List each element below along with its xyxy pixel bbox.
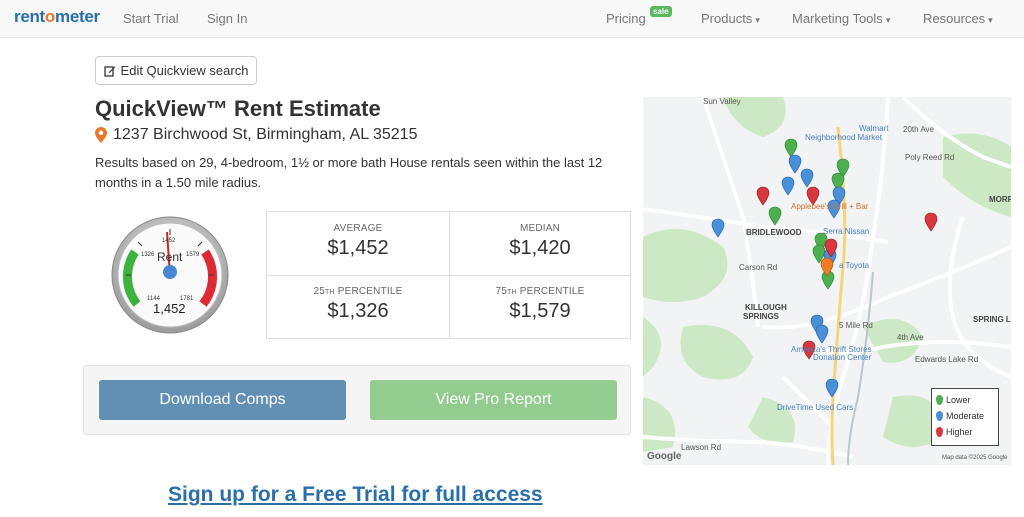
google-logo: Google [647, 451, 682, 462]
stat-average: AVERAGE $1,452 [267, 212, 449, 275]
page-title: QuickView™ Rent Estimate [95, 96, 381, 121]
download-comps-button[interactable]: Download Comps [99, 380, 346, 420]
stat-25th-label: 25TH PERCENTILE [313, 286, 403, 297]
map-label-drivetime: DriveTime Used Cars [777, 403, 854, 412]
map-label-toyota: a Toyota [839, 261, 870, 270]
stat-median: MEDIAN $1,420 [449, 212, 631, 275]
gauge-label: Rent [157, 250, 183, 264]
legend-row-lower: Lower [936, 392, 994, 408]
address-text: 1237 Birchwood St, Birmingham, AL 35215 [113, 126, 418, 143]
signup-free-trial-link[interactable]: Sign up for a Free Trial for full access [168, 483, 543, 507]
legend-row-higher: Higher [936, 424, 994, 440]
map-legend: Lower Moderate Higher [931, 388, 999, 446]
gauge-tick-1326: 1326 [141, 252, 155, 258]
map-label-walmart: Walmart [859, 124, 889, 133]
stat-25th-value: $1,326 [327, 300, 389, 322]
map-label-lawson: Lawson Rd [681, 443, 722, 452]
edit-quickview-search-button[interactable]: Edit Quickview search [95, 56, 257, 85]
location-pin-icon [95, 127, 107, 143]
map-label-5-mile: 5 Mile Rd [839, 321, 873, 330]
stat-25th-percentile: 25TH PERCENTILE $1,326 [267, 275, 449, 338]
stat-average-value: $1,452 [327, 237, 389, 259]
comps-map[interactable]: Walmart Neighborhood Market Applebee's G… [643, 97, 1011, 465]
sale-badge: sale [650, 6, 672, 17]
map-label-morr: MORR [989, 195, 1011, 204]
legend-lower-label: Lower [946, 395, 971, 405]
map-label-sun-valley: Sun Valley [703, 97, 741, 106]
caret-down-icon: ▾ [885, 15, 891, 25]
stats-table: AVERAGE $1,452 MEDIAN $1,420 25TH PERCEN… [266, 211, 631, 339]
map-label-serra-nissan: Serra Nissan [823, 227, 870, 236]
nav-resources-label: Resources [923, 11, 986, 26]
action-panel: Download Comps View Pro Report [83, 365, 631, 435]
edit-quickview-search-label: Edit Quickview search [120, 63, 249, 78]
green-pin-icon [936, 395, 943, 405]
map-label-spring-la: SPRING LA [973, 315, 1011, 324]
nav-pricing[interactable]: Pricing [606, 11, 646, 26]
map-label-4th-ave: 4th Ave [897, 333, 924, 342]
rent-gauge: 1452 1326 1579 1144 1781 Rent 1,452 [111, 216, 229, 334]
caret-down-icon: ▾ [755, 15, 760, 25]
map-label-neighborhood-market: Neighborhood Market [805, 133, 882, 142]
map-label-20th-ave: 20th Ave [903, 125, 934, 134]
map-label-applebees: Applebee's Grill + Bar [791, 202, 869, 211]
stat-median-label: MEDIAN [519, 223, 561, 234]
nav-resources[interactable]: Resources ▾ [923, 11, 993, 26]
nav-start-trial[interactable]: Start Trial [123, 11, 179, 26]
nav-marketing-tools[interactable]: Marketing Tools ▾ [792, 11, 890, 26]
address-line: 1237 Birchwood St, Birmingham, AL 35215 [95, 126, 417, 144]
map-label-springs: SPRINGS [743, 312, 780, 321]
stat-75th-value: $1,579 [509, 300, 571, 322]
map-label-edwards-lake: Edwards Lake Rd [915, 355, 979, 364]
edit-icon [103, 65, 115, 77]
map-label-killough: KILLOUGH [745, 303, 787, 312]
legend-row-moderate: Moderate [936, 408, 994, 424]
stats-divider [267, 275, 630, 276]
red-pin-icon [936, 427, 943, 437]
nav-products[interactable]: Products ▾ [701, 11, 760, 26]
nav-products-label: Products [701, 11, 753, 26]
stat-median-value: $1,420 [509, 237, 571, 259]
rentometer-logo[interactable]: rentometer [14, 7, 100, 27]
stat-75th-percentile: 75TH PERCENTILE $1,579 [449, 275, 631, 338]
map-label-bridlewood: BRIDLEWOOD [746, 228, 802, 237]
blue-pin-icon [936, 411, 943, 421]
gauge-tick-1452: 1452 [162, 238, 176, 244]
stat-average-label: AVERAGE [333, 223, 383, 234]
gauge-tick-1579: 1579 [186, 252, 200, 258]
map-label-donation-center: Donation Center [813, 353, 872, 362]
map-label-carson: Carson Rd [739, 263, 778, 272]
caret-down-icon: ▾ [988, 15, 993, 25]
map-label-poly-reed: Poly Reed Rd [905, 153, 955, 162]
map-data-attribution: Map data ©2025 Google [942, 455, 1008, 461]
nav-marketing-tools-label: Marketing Tools [792, 11, 883, 26]
legend-higher-label: Higher [946, 427, 973, 437]
nav-sign-in[interactable]: Sign In [207, 11, 247, 26]
view-pro-report-button[interactable]: View Pro Report [370, 380, 617, 420]
stat-75th-label: 75TH PERCENTILE [495, 286, 585, 297]
top-navbar: rentometer Start Trial Sign In Pricing s… [0, 0, 1024, 38]
results-description: Results based on 29, 4-bedroom, 1½ or mo… [95, 155, 603, 190]
legend-moderate-label: Moderate [946, 411, 985, 421]
gauge-value: 1,452 [153, 301, 186, 316]
